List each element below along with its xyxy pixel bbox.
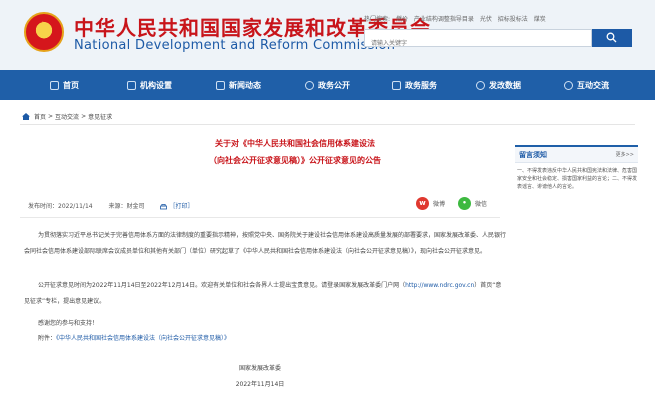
home-icon [50,80,59,90]
attachment-label: 附件： [38,335,57,342]
nav-item-label: 首页 [63,80,79,90]
hot-search-link[interactable]: 光伏 [480,16,492,23]
divider [20,124,635,125]
nav-item-data[interactable]: 发改数据 [476,70,521,100]
search-icon [606,32,617,43]
share-wechat-label: 微信 [475,200,488,208]
signature-org: 国家发展改革委 [238,365,281,372]
print-label: ［打印］ [169,203,194,210]
site-header: ★ 中华人民共和国国家发展和改革委员会 National Development… [0,0,655,70]
article-title-line1: 关于对《中华人民共和国社会信用体系建设法 [215,139,375,148]
home-icon [22,113,30,120]
nav-item-open-government[interactable]: 政务公开 [305,70,350,100]
hot-search-link[interactable]: 煤炭 [534,16,546,23]
main-nav: 首页 机构设置 新闻动态 政务公开 政务服务 发改数据 互动交流 [0,70,655,100]
share-wechat-button[interactable]: • 微信 [458,196,487,210]
nav-item-label: 政务服务 [405,80,437,90]
print-link[interactable]: ［打印］ [160,203,207,210]
search-button[interactable] [592,29,632,47]
nav-item-label: 发改数据 [489,80,521,90]
hot-search-link[interactable]: 燃价 [396,16,408,23]
divider [20,217,500,218]
search-box [364,29,592,52]
nav-item-services[interactable]: 政务服务 [392,70,437,100]
data-icon [476,80,485,90]
notice-panel-title: 留言须知 [519,151,547,159]
share-weibo-button[interactable]: w 微博 [416,196,445,210]
site-title-en: National Development and Reform Commissi… [74,38,396,53]
article-paragraph: 为贯彻落实习近平总书记关于完善信用体系方面的法律制度的重要指示精神，按照党中央、… [24,232,507,255]
publish-time: 发布时间：2022/11/14 [28,203,93,210]
nav-item-label: 机构设置 [140,80,172,90]
wechat-icon: • [458,196,471,210]
article-paragraph: 公开征求意见时间为2022年11月14日至2022年12月14日。欢迎有关单位和… [24,278,506,310]
nav-item-news[interactable]: 新闻动态 [216,70,261,100]
paragraph-text: 公开征求意见时间为2022年11月14日至2022年12月14日。欢迎有关单位和… [38,282,406,289]
nav-item-organization[interactable]: 机构设置 [127,70,172,100]
breadcrumb-current[interactable]: 意见征求 [88,112,112,121]
star-icon: ★ [38,19,48,32]
search-input[interactable] [365,35,591,52]
hot-search-link[interactable]: 产业结构调整指导目录 [414,16,474,23]
building-icon [127,80,136,90]
news-icon [216,80,225,90]
nav-item-home[interactable]: 首页 [50,70,79,100]
printer-icon [160,203,168,209]
interaction-icon [564,80,573,90]
weibo-icon: w [416,196,429,210]
notice-panel-header: 留言须知 更多>> [515,147,638,163]
more-link[interactable]: 更多>> [616,151,634,158]
article-title-line2: （向社会公开征求意见稿）》公开征求意见的公告 [209,156,381,165]
breadcrumb-interaction[interactable]: 互动交流 [55,112,79,121]
national-emblem-logo[interactable]: ★ [24,12,64,52]
notice-panel: 留言须知 更多>> 一、不得发表违反中华人民共和国宪法和法律、危害国家安全和社会… [515,145,638,225]
breadcrumb-home[interactable]: 首页 [34,112,46,121]
attachment-link[interactable]: 《中华人民共和国社会信用体系建设法（向社会公开征求意见稿）》 [56,335,230,342]
nav-item-label: 新闻动态 [229,80,261,90]
breadcrumb-separator: > [81,113,87,120]
share-weibo-label: 微博 [433,200,446,208]
nav-item-label: 政务公开 [318,80,350,90]
hot-search-link[interactable]: 招标投标法 [498,16,528,23]
service-icon [392,80,401,90]
nav-item-label: 互动交流 [577,80,609,90]
article-source: 来源：财金司 [108,203,145,210]
open-government-icon [305,80,314,90]
nav-item-interaction[interactable]: 互动交流 [564,70,609,100]
article-meta: 发布时间：2022/11/14 来源：财金司 ［打印］ [28,201,221,210]
ndrc-website-link[interactable]: http://www.ndrc.gov.cn [405,282,474,289]
hot-search-label: 热门搜索: [364,16,391,23]
thanks-text: 感谢您的参与和支持！ [38,320,99,327]
breadcrumb: 首页 > 互动交流 > 意见征求 [22,112,112,121]
breadcrumb-separator: > [48,113,54,120]
signature-date: 2022年11月14日 [235,381,285,388]
attachment-row: 附件：《中华人民共和国社会信用体系建设法（向社会公开征求意见稿）》 [38,331,520,347]
hot-search-bar: 热门搜索: 燃价 产业结构调整指导目录 光伏 招标投标法 煤炭 [364,14,550,23]
notice-panel-text: 一、不得发表违反中华人民共和国宪法和法律、危害国家安全和社会稳定、损害国家利益的… [517,168,638,190]
